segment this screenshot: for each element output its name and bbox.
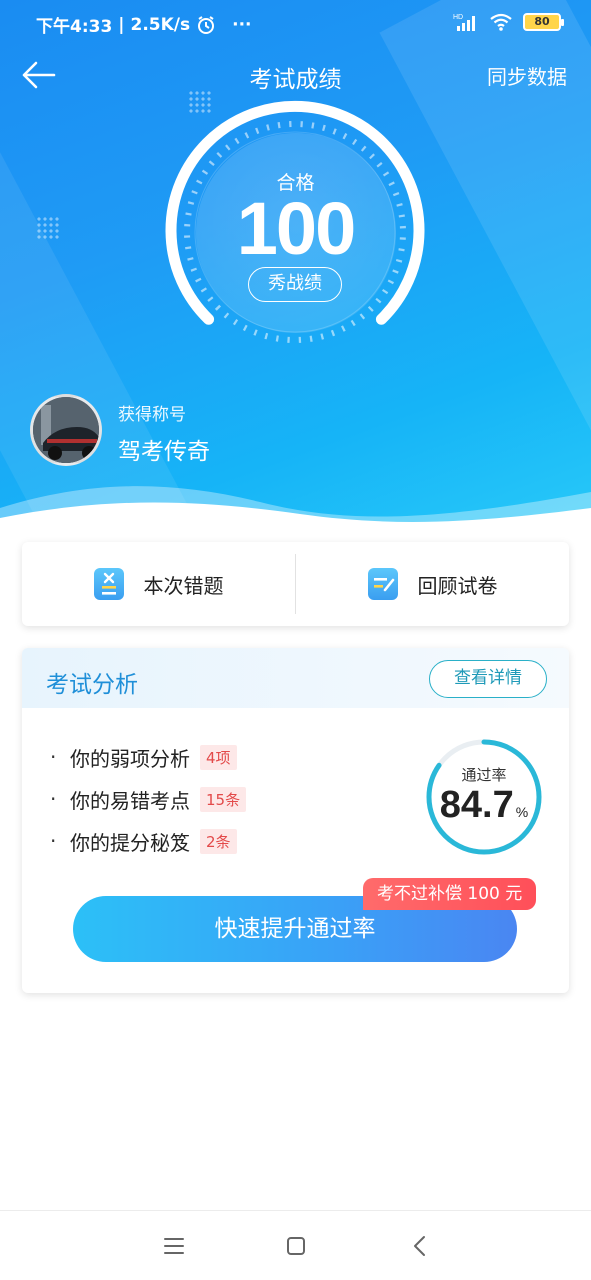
network-type: HD [453, 14, 463, 21]
list-item-label: 你的提分秘笈 [70, 830, 190, 855]
view-details-button[interactable]: 查看详情 [429, 660, 547, 698]
status-time: 下午4:33 [36, 17, 113, 37]
list-item[interactable]: · 你的弱项分析 4项 [50, 736, 246, 778]
nav-bar: 考试成绩 同步数据 [0, 50, 591, 100]
status-speed: 2.5K/s [130, 14, 191, 35]
signal-icon: HD [453, 14, 475, 31]
bullet: · [50, 829, 57, 853]
count-badge: 4项 [200, 744, 237, 770]
analysis-card: 考试分析 查看详情 · 你的弱项分析 4项 · 你的易错考点 15条 · 你的提… [22, 648, 569, 993]
promo-badge: 考不过补偿 100 元 [363, 878, 537, 910]
battery-icon: 80 [523, 13, 564, 31]
pass-rate-number: 84.7 [439, 784, 514, 826]
score-value: 100 [236, 187, 356, 270]
analysis-title: 考试分析 [46, 672, 138, 698]
sync-data-button[interactable]: 同步数据 [487, 61, 567, 90]
action-card: 本次错题 回顾试卷 [22, 542, 569, 626]
pass-rate-unit: % [515, 804, 529, 820]
status-bar: 下午4:33 | 2.5K/s ··· HD 80 [0, 0, 591, 48]
share-score-button[interactable]: 秀战绩 [248, 267, 342, 302]
count-badge: 15条 [200, 786, 247, 812]
review-paper-button[interactable]: 回顾试卷 [296, 542, 569, 626]
menu-icon[interactable] [154, 1231, 194, 1261]
earned-title-label: 获得称号 [118, 405, 186, 425]
earned-title-value: 驾考传奇 [118, 439, 210, 465]
wrong-questions-button[interactable]: 本次错题 [22, 542, 295, 626]
system-nav-bar [0, 1210, 591, 1280]
bullet: · [50, 787, 57, 811]
pass-rate-label: 通过率 [461, 766, 507, 784]
hero-wave [0, 486, 591, 540]
count-badge: 2条 [200, 828, 237, 854]
more-icon: ··· [232, 14, 252, 35]
review-paper-label: 回顾试卷 [417, 573, 498, 598]
home-icon[interactable] [276, 1231, 316, 1261]
bullet: · [50, 745, 57, 769]
avatar [30, 394, 102, 466]
status-right: HD 80 [453, 12, 564, 32]
wrong-questions-label: 本次错题 [143, 573, 224, 598]
status-separator: | [118, 14, 125, 35]
pass-rate-value: 84.7% [424, 784, 544, 827]
alarm-icon [198, 15, 215, 34]
review-paper-icon [367, 568, 398, 600]
wifi-icon [490, 13, 512, 31]
status-left: 下午4:33 | 2.5K/s ··· [36, 12, 252, 38]
back-icon[interactable] [400, 1231, 440, 1261]
wrong-questions-icon [93, 568, 124, 600]
analysis-header: 考试分析 查看详情 [22, 648, 569, 708]
analysis-list: · 你的弱项分析 4项 · 你的易错考点 15条 · 你的提分秘笈 2条 [50, 736, 247, 862]
list-item-label: 你的易错考点 [70, 788, 190, 813]
list-item[interactable]: · 你的提分秘笈 2条 [50, 820, 246, 862]
list-item-label: 你的弱项分析 [70, 746, 190, 771]
list-item[interactable]: · 你的易错考点 15条 [50, 778, 247, 820]
